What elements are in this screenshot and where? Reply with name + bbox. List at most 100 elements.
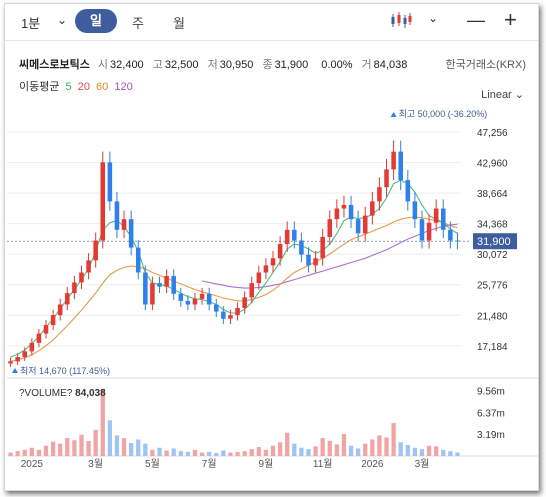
x-axis-tick: 3월 [88, 458, 103, 470]
volume-bar [136, 439, 141, 456]
candle-body [213, 304, 219, 312]
volume-bar [79, 434, 84, 456]
x-axis-tick: 5월 [145, 458, 160, 470]
candle-body [178, 293, 184, 301]
x-axis-tick: 2026 [361, 459, 384, 470]
candle-body [36, 333, 42, 343]
volume-bar [221, 450, 226, 456]
volume-bar [348, 445, 354, 456]
candle-body [221, 311, 226, 319]
candle-body [171, 276, 176, 294]
candle-body [72, 282, 77, 294]
candle-body [355, 219, 361, 234]
y-axis-tick: 17,184 [477, 342, 508, 353]
candle-body [391, 151, 396, 170]
volume-axis-tick: 9.56m [477, 386, 505, 397]
volume-bar [171, 448, 176, 456]
candle-body [398, 151, 403, 181]
candle-body [93, 240, 98, 261]
y-axis-tick: 47,256 [477, 128, 508, 139]
y-axis-tick: 30,072 [477, 250, 508, 261]
volume-bar [256, 447, 261, 456]
candle-body [306, 254, 311, 266]
x-axis-tick: 2025 [21, 459, 44, 470]
volume-bar [235, 451, 240, 456]
current-price-text: 31,900 [477, 236, 511, 248]
candle-body [242, 297, 247, 309]
x-axis-tick: 9월 [259, 458, 274, 470]
volume-bar [58, 443, 63, 456]
candle-body [206, 293, 212, 305]
chart-window: 1분 ⌄ 일 주 월 ⌄ — + 씨메스로보틱스 시 32,400 고 32,500… [4, 3, 539, 491]
volume-bar [129, 442, 134, 456]
volume-bar [285, 432, 290, 456]
candle-body [455, 240, 460, 242]
candle-body [284, 229, 290, 245]
volume-bar [199, 452, 205, 456]
candle-body [164, 276, 169, 287]
candle-body [107, 162, 113, 202]
y-axis-tick: 34,368 [477, 220, 508, 231]
volume-axis-tick: 3.19m [477, 430, 505, 441]
volume-bar [72, 440, 77, 456]
x-axis-tick: 7월 [202, 458, 217, 470]
candle-body [362, 215, 368, 234]
volume-bar [86, 440, 91, 456]
candle-body [433, 208, 439, 223]
volume-bar [356, 448, 361, 456]
y-axis-tick: 42,960 [477, 159, 508, 170]
candle-body [143, 272, 148, 305]
min-marker-icon [12, 368, 18, 373]
candle-body [192, 298, 198, 305]
candle-body [320, 236, 325, 259]
candle-body [370, 201, 375, 216]
volume-bar [157, 447, 162, 456]
volume-bar [341, 434, 347, 456]
volume-bar [270, 445, 276, 456]
candle-body [79, 272, 84, 283]
volume-axis-tick: 6.37m [477, 408, 505, 419]
volume-bar [164, 450, 169, 456]
volume-bar [426, 445, 432, 456]
candle-body [263, 265, 269, 273]
candle-body [8, 361, 13, 364]
volume-bar [277, 442, 283, 456]
volume-bar [391, 423, 396, 456]
moving-average-line-ma5 [10, 179, 458, 358]
volume-bar [419, 449, 425, 456]
candle-body [419, 219, 425, 241]
volume-bar [405, 445, 410, 456]
candle-body [448, 229, 453, 241]
candle-body [277, 244, 283, 259]
candle-body [29, 342, 35, 352]
volume-bar [207, 451, 212, 456]
volume-bar [263, 449, 269, 456]
volume-bar [29, 447, 34, 456]
min-price-label: 최저 14,670 (117.45%) [20, 366, 110, 376]
volume-bar [412, 447, 418, 456]
volume-bar [455, 452, 460, 456]
candle-body [150, 283, 155, 305]
volume-bar [320, 438, 325, 456]
volume-bar [93, 429, 98, 456]
volume-bar [377, 435, 382, 456]
volume-bar [327, 440, 332, 456]
candle-body [384, 169, 389, 188]
candle-body [135, 247, 141, 273]
volume-bar [441, 449, 446, 456]
volume-bar [334, 444, 339, 456]
candle-body [185, 300, 191, 305]
moving-average-line-ma60 [10, 216, 458, 362]
candle-body [128, 219, 134, 248]
candle-body [50, 315, 56, 326]
volume-bar [384, 437, 389, 456]
volume-bar [114, 435, 120, 456]
max-price-label: 최고 50,000 (-36.20%) [399, 109, 488, 119]
candle-body [256, 272, 262, 284]
max-marker-icon [390, 112, 397, 117]
candle-body [249, 283, 255, 298]
volume-bar [249, 449, 254, 456]
volume-pane-label: ?VOLUME? 84,038 [19, 388, 106, 399]
price-chart[interactable]: 47,256 42,960 38,664 34,368 30,072 25,776 21,4… [5, 4, 538, 490]
candle-body [426, 222, 432, 241]
